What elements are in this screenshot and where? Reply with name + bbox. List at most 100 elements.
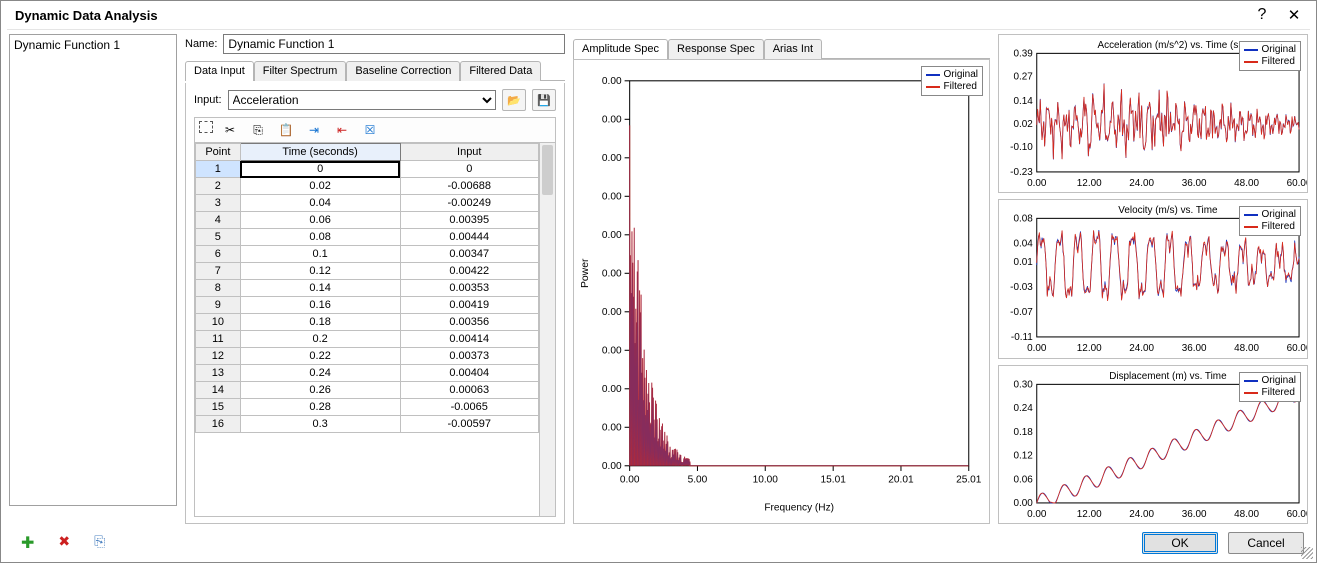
table-row[interactable]: 40.060.00395 <box>196 212 539 229</box>
tab-filter-spectrum[interactable]: Filter Spectrum <box>254 61 347 81</box>
table-row[interactable]: 140.260.00063 <box>196 382 539 399</box>
svg-text:0.02: 0.02 <box>1013 119 1033 130</box>
legend: Original Filtered <box>1239 372 1301 402</box>
window: Dynamic Data Analysis ? ✕ Dynamic Functi… <box>0 0 1317 563</box>
function-tree[interactable]: Dynamic Function 1 <box>9 34 177 506</box>
ok-button[interactable]: OK <box>1142 532 1218 554</box>
amplitude-spec-chart: Original Filtered 0.005.0010.0015.0120.0… <box>573 59 990 524</box>
svg-text:0.00: 0.00 <box>1027 509 1047 520</box>
svg-text:0.39: 0.39 <box>1013 48 1033 59</box>
svg-text:0.00: 0.00 <box>602 191 622 202</box>
svg-text:5.00: 5.00 <box>688 474 708 485</box>
svg-text:24.00: 24.00 <box>1129 343 1154 354</box>
cut-icon[interactable]: ✂ <box>219 121 241 139</box>
svg-text:0.00: 0.00 <box>1027 343 1047 354</box>
table-scrollbar[interactable] <box>539 143 555 516</box>
mini-chart-2: Original Filtered Velocity (m/s) vs. Tim… <box>998 199 1308 358</box>
svg-text:0.12: 0.12 <box>1013 450 1033 461</box>
save-file-button[interactable]: 💾 <box>532 89 556 111</box>
table-toolbar: ✂ ⎘ 📋 ⇥ ⇤ ☒ <box>194 117 556 142</box>
input-label: Input: <box>194 94 222 106</box>
add-icon[interactable]: ✚ <box>21 533 34 553</box>
table-row[interactable]: 160.3-0.00597 <box>196 416 539 433</box>
svg-text:0.14: 0.14 <box>1013 96 1033 107</box>
table-row[interactable]: 150.28-0.0065 <box>196 399 539 416</box>
table-row[interactable]: 130.240.00404 <box>196 365 539 382</box>
resize-grip[interactable] <box>1301 547 1313 559</box>
table-row[interactable]: 100.180.00356 <box>196 314 539 331</box>
center-tabs: Amplitude Spec Response Spec Arias Int <box>573 38 990 59</box>
data-table[interactable]: Point Time (seconds) Input 10020.02-0.00… <box>195 143 539 516</box>
svg-text:60.00: 60.00 <box>1287 509 1307 520</box>
col-point[interactable]: Point <box>196 144 241 161</box>
svg-text:20.01: 20.01 <box>888 474 914 485</box>
table-row[interactable]: 90.160.00419 <box>196 297 539 314</box>
svg-text:25.01: 25.01 <box>956 474 982 485</box>
insert-row-icon[interactable]: ⇥ <box>303 121 325 139</box>
table-row[interactable]: 80.140.00353 <box>196 280 539 297</box>
svg-text:15.01: 15.01 <box>821 474 847 485</box>
tab-arias-int[interactable]: Arias Int <box>764 39 822 59</box>
tab-amplitude-spec[interactable]: Amplitude Spec <box>573 39 668 59</box>
col-time[interactable]: Time (seconds) <box>240 144 400 161</box>
tree-item[interactable]: Dynamic Function 1 <box>12 37 174 53</box>
table-row[interactable]: 20.02-0.00688 <box>196 178 539 195</box>
title-bar: Dynamic Data Analysis ? ✕ <box>1 1 1316 29</box>
copy-item-icon[interactable]: ⎘ <box>94 533 105 553</box>
svg-text:-0.11: -0.11 <box>1011 332 1033 343</box>
svg-text:0.08: 0.08 <box>1013 214 1033 225</box>
svg-text:0.00: 0.00 <box>602 114 622 125</box>
mini-chart-1: Original Filtered Acceleration (m/s^2) v… <box>998 34 1308 193</box>
table-row[interactable]: 30.04-0.00249 <box>196 195 539 212</box>
table-row[interactable]: 100 <box>196 161 539 178</box>
table-row[interactable]: 120.220.00373 <box>196 348 539 365</box>
col-input[interactable]: Input <box>400 144 538 161</box>
svg-text:0.00: 0.00 <box>602 422 622 433</box>
svg-text:0.00: 0.00 <box>602 153 622 164</box>
name-label: Name: <box>185 38 217 50</box>
copy-icon[interactable]: ⎘ <box>247 121 269 139</box>
svg-text:24.00: 24.00 <box>1129 509 1154 520</box>
svg-text:-0.10: -0.10 <box>1010 142 1033 153</box>
mid-tabs: Data Input Filter Spectrum Baseline Corr… <box>185 60 565 81</box>
svg-text:12.00: 12.00 <box>1077 343 1102 354</box>
svg-text:24.00: 24.00 <box>1129 178 1154 189</box>
svg-text:0.06: 0.06 <box>1013 474 1033 485</box>
select-icon[interactable] <box>199 121 213 133</box>
svg-text:0.01: 0.01 <box>1013 257 1033 268</box>
svg-text:48.00: 48.00 <box>1234 509 1259 520</box>
table-row[interactable]: 50.080.00444 <box>196 229 539 246</box>
svg-text:0.04: 0.04 <box>1013 239 1033 250</box>
name-input[interactable] <box>223 34 565 54</box>
svg-text:-0.23: -0.23 <box>1010 167 1033 178</box>
delete-icon[interactable]: ✖ <box>58 533 70 553</box>
svg-text:48.00: 48.00 <box>1234 343 1259 354</box>
tab-filtered-data[interactable]: Filtered Data <box>460 61 541 81</box>
input-combo[interactable]: Acceleration <box>228 90 496 110</box>
svg-text:-0.07: -0.07 <box>1010 307 1033 318</box>
tab-response-spec[interactable]: Response Spec <box>668 39 764 59</box>
svg-text:36.00: 36.00 <box>1182 178 1207 189</box>
legend: Original Filtered <box>1239 206 1301 236</box>
paste-icon[interactable]: 📋 <box>275 121 297 139</box>
open-file-button[interactable]: 📂 <box>502 89 526 111</box>
help-button[interactable]: ? <box>1246 3 1278 27</box>
svg-text:10.00: 10.00 <box>753 474 779 485</box>
cancel-button[interactable]: Cancel <box>1228 532 1304 554</box>
mini-chart-3: Original Filtered Displacement (m) vs. T… <box>998 365 1308 524</box>
svg-text:60.00: 60.00 <box>1287 343 1307 354</box>
table-row[interactable]: 110.20.00414 <box>196 331 539 348</box>
svg-text:-0.03: -0.03 <box>1010 282 1033 293</box>
svg-text:0.00: 0.00 <box>1013 498 1033 509</box>
delete-row-icon[interactable]: ⇤ <box>331 121 353 139</box>
tab-baseline-correction[interactable]: Baseline Correction <box>346 61 460 81</box>
tab-data-input[interactable]: Data Input <box>185 61 254 81</box>
svg-text:Power: Power <box>580 258 591 288</box>
svg-text:0.18: 0.18 <box>1013 426 1033 437</box>
table-row[interactable]: 70.120.00422 <box>196 263 539 280</box>
clear-icon[interactable]: ☒ <box>359 121 381 139</box>
save-icon: 💾 <box>537 94 551 107</box>
close-button[interactable]: ✕ <box>1278 3 1310 27</box>
svg-text:60.00: 60.00 <box>1287 178 1307 189</box>
table-row[interactable]: 60.10.00347 <box>196 246 539 263</box>
